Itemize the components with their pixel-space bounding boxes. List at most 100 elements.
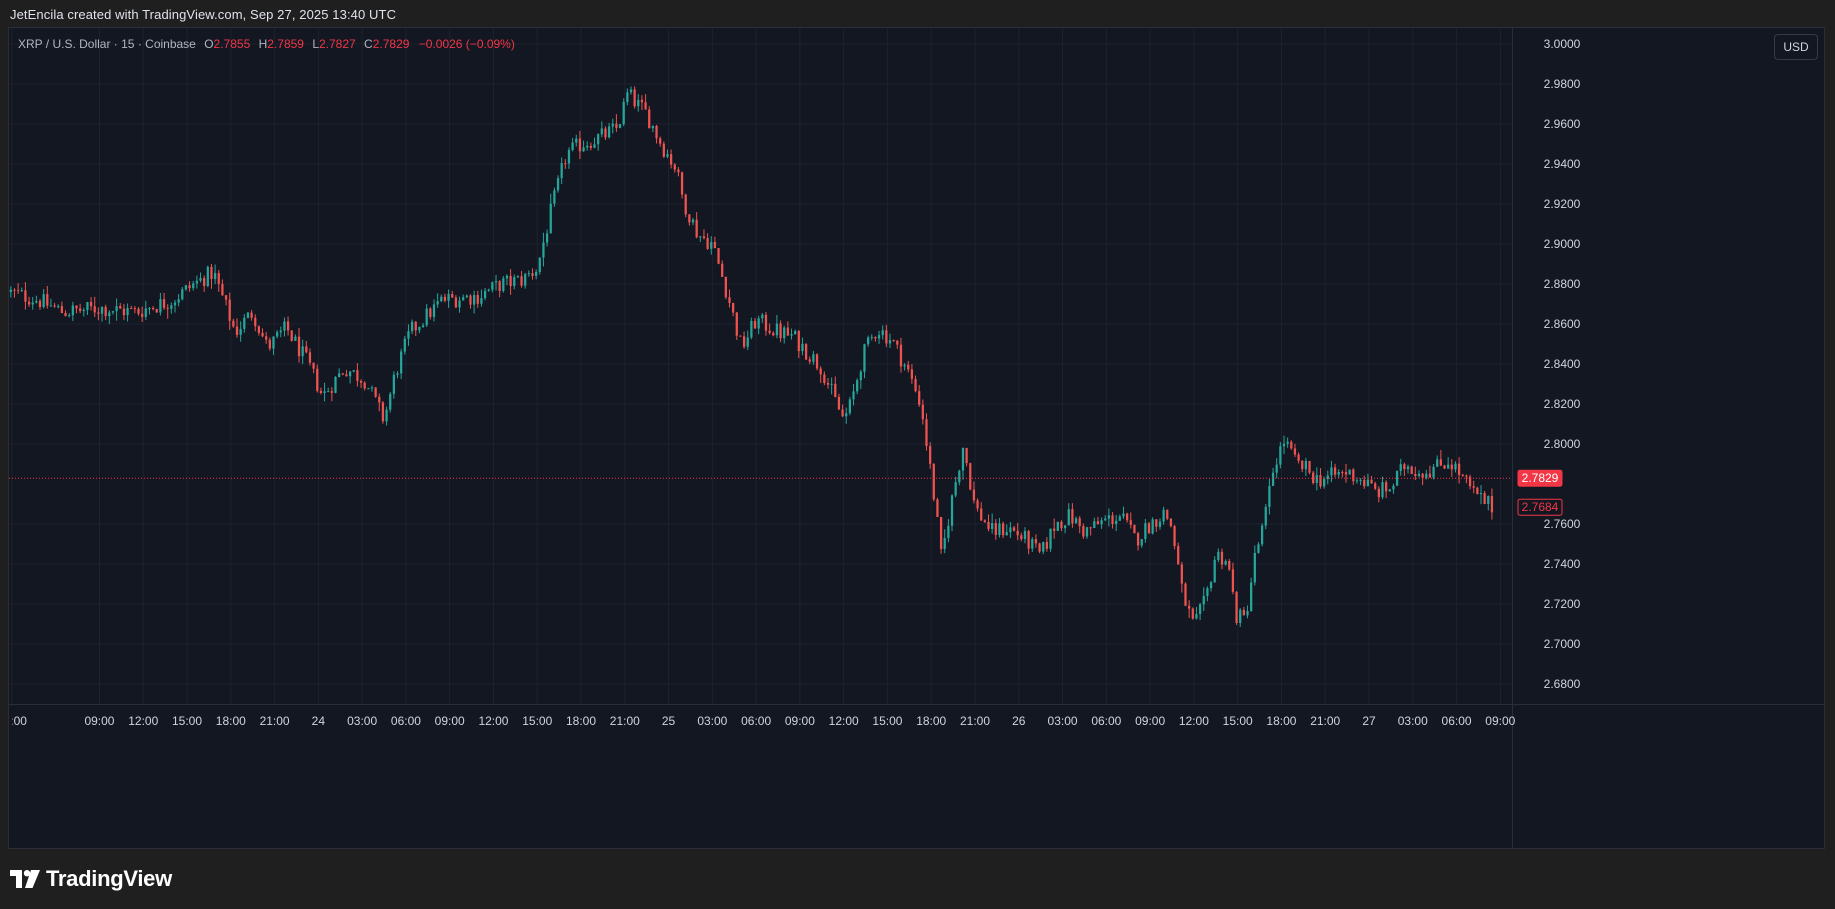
price-chart[interactable]: 3.0000 2.9800 2.9600 2.9400 2.9200 2.9000 2.88… (9, 28, 1825, 849)
candle-body (1107, 515, 1111, 519)
candle-body (1315, 475, 1318, 484)
candle-body (1490, 496, 1494, 513)
time-axis: 15:00 09:00 12:00 15:00 18:00 21:00 24 03:00 06:… (9, 714, 1516, 728)
price-tick-label: 2.8600 (1544, 317, 1581, 331)
candle-body (443, 296, 447, 301)
candle-body (914, 378, 917, 392)
tradingview-mark-icon (10, 870, 40, 888)
candle-body (772, 332, 775, 336)
candle-body (432, 304, 436, 317)
candle (1151, 517, 1154, 535)
candle-body (9, 289, 12, 292)
tradingview-logo[interactable]: TradingView (10, 866, 172, 892)
price-tick-label: 2.6800 (1544, 677, 1581, 691)
candle (1133, 524, 1136, 534)
candle (1250, 577, 1253, 612)
candle-body (1348, 469, 1351, 475)
time-tick-label: 03:00 (697, 714, 727, 728)
candle-body (954, 482, 957, 496)
price-tick-label: 2.7400 (1544, 557, 1581, 571)
time-tick-label: 26 (1012, 714, 1026, 728)
candle-body (888, 340, 892, 344)
candle-body (980, 508, 983, 521)
candle-body (1439, 459, 1442, 466)
candle-body (297, 336, 301, 357)
candle-body (775, 323, 779, 336)
time-tick-label: 03:00 (1398, 714, 1428, 728)
candle-body (794, 331, 797, 335)
candle-body (257, 326, 261, 333)
symbol-title[interactable]: XRP / U.S. Dollar · 15 · Coinbase (18, 37, 196, 51)
candle-body (1275, 464, 1278, 473)
candle-body (702, 236, 706, 239)
candle-body (1012, 527, 1016, 531)
candle-body (1436, 459, 1439, 467)
candle-body (279, 330, 282, 333)
candle-body (1399, 464, 1402, 471)
candle (1308, 460, 1311, 475)
candle-body (250, 312, 253, 318)
candle-body (1056, 521, 1059, 531)
candle-body (1118, 516, 1121, 521)
candle-body (1209, 582, 1213, 589)
chart-credit: JetEncila created with TradingView.com, … (10, 7, 397, 22)
candle-body (1260, 525, 1264, 545)
candle-body (961, 447, 965, 471)
candle-body (535, 271, 538, 277)
candle-body (823, 374, 826, 384)
candle (1169, 518, 1173, 528)
candle-body (527, 273, 530, 275)
candle-body (1188, 605, 1191, 609)
candle-body (359, 380, 363, 383)
candle-body (1392, 485, 1395, 490)
candle-body (389, 393, 392, 410)
time-tick-label: 12:00 (128, 714, 158, 728)
candle-body (319, 390, 323, 393)
candle-body (363, 382, 366, 389)
candle-body (1122, 513, 1125, 517)
candle-body (480, 298, 483, 304)
candle-body (910, 369, 914, 379)
candle-body (414, 321, 417, 331)
candle-body (184, 285, 188, 290)
candle-body (877, 335, 881, 339)
candle-body (655, 125, 658, 139)
candle-body (451, 293, 454, 298)
candle-body (918, 391, 921, 405)
candle-body (1085, 527, 1089, 537)
candle-body (1045, 542, 1049, 549)
candle-body (958, 470, 961, 483)
candle (1260, 523, 1264, 547)
candle-body (637, 99, 640, 107)
candle-body (1271, 472, 1275, 486)
currency-button[interactable]: USD (1774, 34, 1818, 60)
candle-body (1417, 473, 1421, 476)
candle-body (524, 274, 527, 286)
candle-body (1213, 559, 1216, 583)
candle-body (133, 308, 136, 310)
candle-body (46, 294, 49, 306)
candle-body (1239, 609, 1242, 624)
price-tick-label: 2.7200 (1544, 597, 1581, 611)
candle-body (1115, 520, 1118, 525)
candle-body (892, 340, 895, 342)
candle-body (1074, 518, 1078, 524)
chart-pane[interactable]: 3.0000 2.9800 2.9600 2.9400 2.9200 2.9000 2.88… (8, 27, 1825, 849)
candle-body (1155, 519, 1158, 527)
candle-body (797, 331, 800, 352)
candle-body (542, 242, 545, 258)
candle-body (1001, 523, 1005, 536)
candle (724, 276, 727, 300)
candle-body (1202, 595, 1205, 605)
candle-body (206, 266, 209, 287)
candle-body (170, 305, 173, 309)
candle-body (1096, 521, 1100, 525)
candle-body (976, 500, 979, 509)
candle-body (837, 396, 841, 410)
candle-body (166, 307, 169, 309)
candle-body (804, 343, 808, 360)
time-tick-label: 21:00 (260, 714, 290, 728)
candle-body (556, 178, 560, 191)
candle-body (710, 242, 713, 249)
tradingview-wordmark: TradingView (46, 866, 172, 891)
